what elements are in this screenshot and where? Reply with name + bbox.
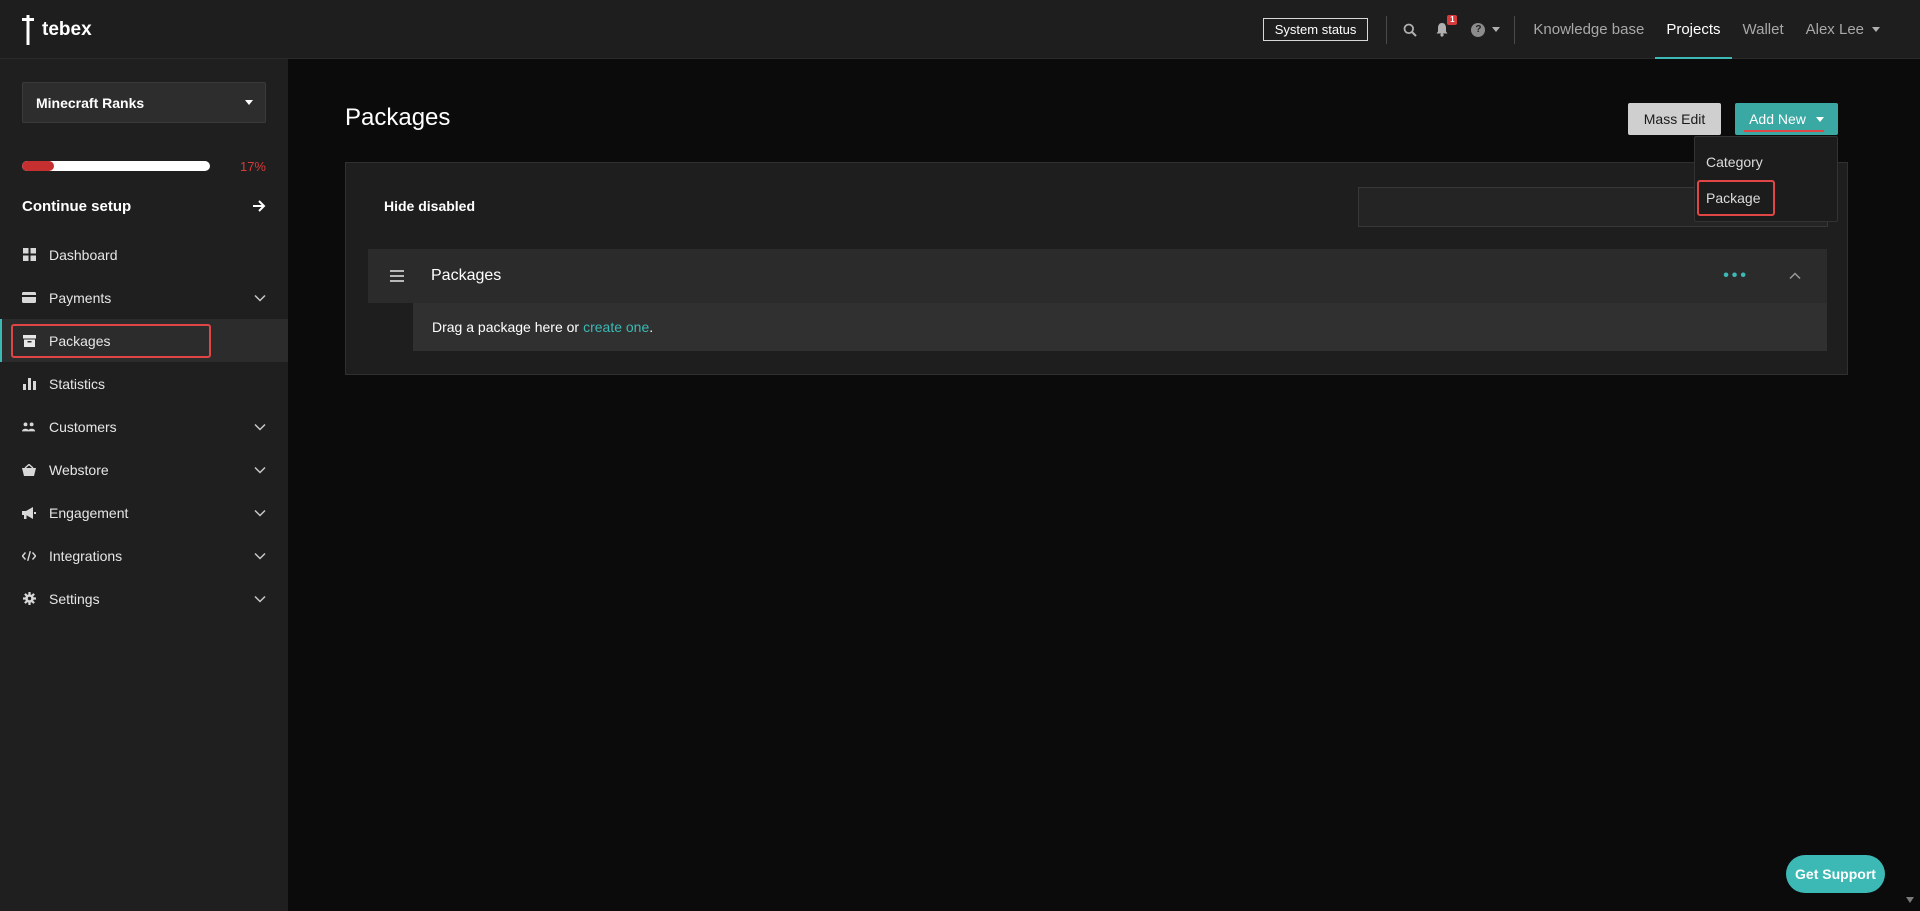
user-name: Alex Lee	[1805, 21, 1864, 38]
code-icon	[22, 550, 36, 561]
search-button[interactable]	[1387, 0, 1427, 59]
dropdown-item-package[interactable]: Package	[1695, 180, 1837, 216]
chevron-down-icon	[254, 423, 266, 431]
get-support-button[interactable]: Get Support	[1786, 855, 1885, 893]
search-icon	[1403, 23, 1418, 37]
drop-zone-text: Drag a package here or	[432, 319, 580, 335]
chevron-down-icon	[254, 509, 266, 517]
category-header: Packages •••	[368, 249, 1827, 303]
chevron-down-icon	[1815, 116, 1824, 122]
gear-icon	[22, 592, 36, 605]
arrow-right-icon	[253, 200, 266, 212]
category-title: Packages	[431, 267, 502, 284]
chevron-down-icon	[254, 552, 266, 560]
basket-icon	[22, 463, 36, 476]
box-icon	[22, 334, 36, 347]
mass-edit-button[interactable]: Mass Edit	[1628, 103, 1721, 135]
top-nav: System status 1 ? Knowledge base Project…	[1262, 0, 1920, 59]
notification-badge: 1	[1447, 15, 1458, 25]
progress-fill	[22, 161, 54, 171]
chevron-down-icon	[1872, 27, 1880, 32]
packages-panel: Hide disabled Packages ••• Drag a packag…	[345, 162, 1848, 375]
collapse-button[interactable]	[1789, 272, 1801, 280]
sidebar-item-label: Statistics	[49, 375, 106, 392]
chevron-down-icon	[245, 100, 253, 105]
sidebar-item-integrations[interactable]: Integrations	[0, 534, 288, 577]
sidebar-item-label: Integrations	[49, 547, 123, 564]
continue-setup-link[interactable]: Continue setup	[22, 195, 266, 217]
hide-disabled-toggle[interactable]: Hide disabled	[384, 198, 475, 214]
progress-bar	[22, 161, 210, 171]
project-name: Minecraft Ranks	[36, 94, 145, 111]
sidebar: Minecraft Ranks 17% Continue setup Dashb…	[0, 59, 288, 911]
sidebar-item-customers[interactable]: Customers	[0, 405, 288, 448]
help-menu[interactable]: ?	[1461, 22, 1514, 37]
sidebar-item-statistics[interactable]: Statistics	[0, 362, 288, 405]
nav-knowledge-base[interactable]: Knowledge base	[1522, 0, 1655, 59]
sidebar-item-label: Customers	[49, 418, 117, 435]
credit-card-icon	[22, 292, 36, 303]
sidebar-item-engagement[interactable]: Engagement	[0, 491, 288, 534]
add-new-dropdown: Category Package	[1694, 136, 1838, 222]
progress-percent: 17%	[239, 158, 266, 174]
help-icon: ?	[1471, 22, 1486, 37]
sidebar-item-settings[interactable]: Settings	[0, 577, 288, 620]
top-header: tebex System status 1 ? Knowledge base P…	[0, 0, 1920, 59]
chevron-down-icon	[254, 595, 266, 603]
users-icon	[22, 421, 36, 431]
tebex-logo[interactable]: tebex	[20, 14, 92, 46]
sidebar-menu: Dashboard Payments Packages Statistics C…	[0, 233, 288, 620]
scrollbar-down-arrow[interactable]	[1906, 897, 1914, 903]
sidebar-item-label: Settings	[49, 590, 100, 607]
sidebar-item-label: Payments	[49, 289, 112, 306]
more-options-icon[interactable]: •••	[1723, 267, 1749, 285]
grid-icon	[22, 248, 36, 261]
sidebar-item-webstore[interactable]: Webstore	[0, 448, 288, 491]
chevron-down-icon	[1492, 27, 1501, 32]
system-status-button[interactable]: System status	[1262, 18, 1369, 41]
drop-zone-suffix: .	[649, 319, 654, 335]
sidebar-item-dashboard[interactable]: Dashboard	[0, 233, 288, 276]
chevron-up-icon	[1789, 272, 1801, 280]
add-new-highlight	[1744, 130, 1824, 132]
sidebar-item-label: Engagement	[49, 504, 129, 521]
chevron-down-icon	[254, 466, 266, 474]
setup-progress: 17%	[22, 158, 266, 174]
sidebar-item-label: Webstore	[49, 461, 109, 478]
user-menu[interactable]: Alex Lee	[1795, 0, 1920, 59]
drag-handle-icon[interactable]	[390, 270, 404, 282]
brand-name: tebex	[42, 19, 92, 40]
notifications-button[interactable]: 1	[1427, 0, 1461, 59]
project-select[interactable]: Minecraft Ranks	[22, 82, 266, 123]
sidebar-item-label: Dashboard	[49, 246, 118, 263]
add-new-label: Add New	[1749, 111, 1806, 127]
tebex-logo-icon	[22, 15, 34, 45]
continue-setup-label: Continue setup	[22, 197, 132, 215]
sidebar-item-label: Packages	[49, 332, 111, 349]
megaphone-icon	[22, 506, 36, 519]
chevron-down-icon	[254, 294, 266, 302]
page-title: Packages	[345, 104, 451, 131]
create-package-link[interactable]: create one	[583, 319, 649, 335]
nav-divider	[1514, 15, 1516, 44]
sidebar-item-packages[interactable]: Packages	[0, 319, 288, 362]
nav-projects[interactable]: Projects	[1655, 0, 1732, 59]
package-drop-zone[interactable]: Drag a package here or create one .	[413, 303, 1827, 351]
bar-chart-icon	[22, 377, 36, 390]
sidebar-item-payments[interactable]: Payments	[0, 276, 288, 319]
dropdown-item-category[interactable]: Category	[1695, 144, 1837, 180]
nav-wallet[interactable]: Wallet	[1732, 0, 1795, 59]
